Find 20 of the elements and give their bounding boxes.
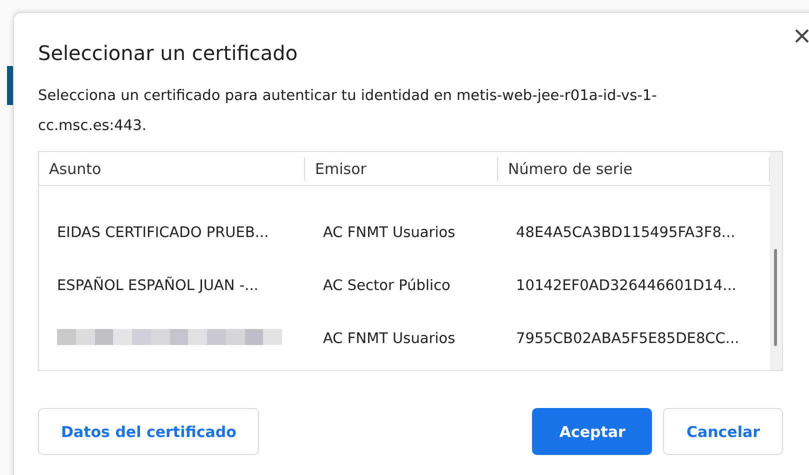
table-cell-text: ESPAÑOL ESPAÑOL JUAN -... [56,278,260,294]
column-header[interactable]: Emisor [305,156,498,180]
accept-button[interactable]: Aceptar [532,408,652,455]
column-header[interactable]: Asunto [39,156,305,180]
certificate-row[interactable]: AC FNMT Usuarios 7955CB02ABA5F5E85DE8CC... [39,312,770,365]
table-cell-text: AC FNMT Usuarios [322,224,456,240]
table-cell-text: AC Sector Público [322,278,452,294]
cancel-button[interactable]: Cancelar [663,408,783,455]
table-cell-text: EIDAS CERTIFICADO PRUEB... [56,224,270,240]
certificate-details-button[interactable]: Datos del certificado [38,408,260,455]
certificate-row[interactable]: ESPAÑOL ESPAÑOL JUAN -... AC Sector Público 10142EF0AD326446601D14... [39,259,770,312]
dialog-title: Seleccionar un certificado [38,41,298,65]
table-cell-text: 7955CB02ABA5F5E85DE8CC... [515,330,740,346]
certificate-row[interactable]: EIDAS CERTIFICADO PRUEB... AC FNMT Usuarios 48E4A5CA3BD115495FA3F8... [39,206,770,259]
table-cell-text: 48E4A5CA3BD115495FA3F8... [515,224,736,240]
dialog-message: Selecciona un certificado para autenticar tu identidad en metis-web-jee-r01a-id-vs-1-cc.msc.es:443. [38,87,658,136]
table-cell-text: 10142EF0AD326446601D14... [515,278,738,294]
scrollbar[interactable] [770,152,782,370]
table-cell-text: AC FNMT Usuarios [322,330,456,346]
close-icon[interactable] [795,29,809,43]
